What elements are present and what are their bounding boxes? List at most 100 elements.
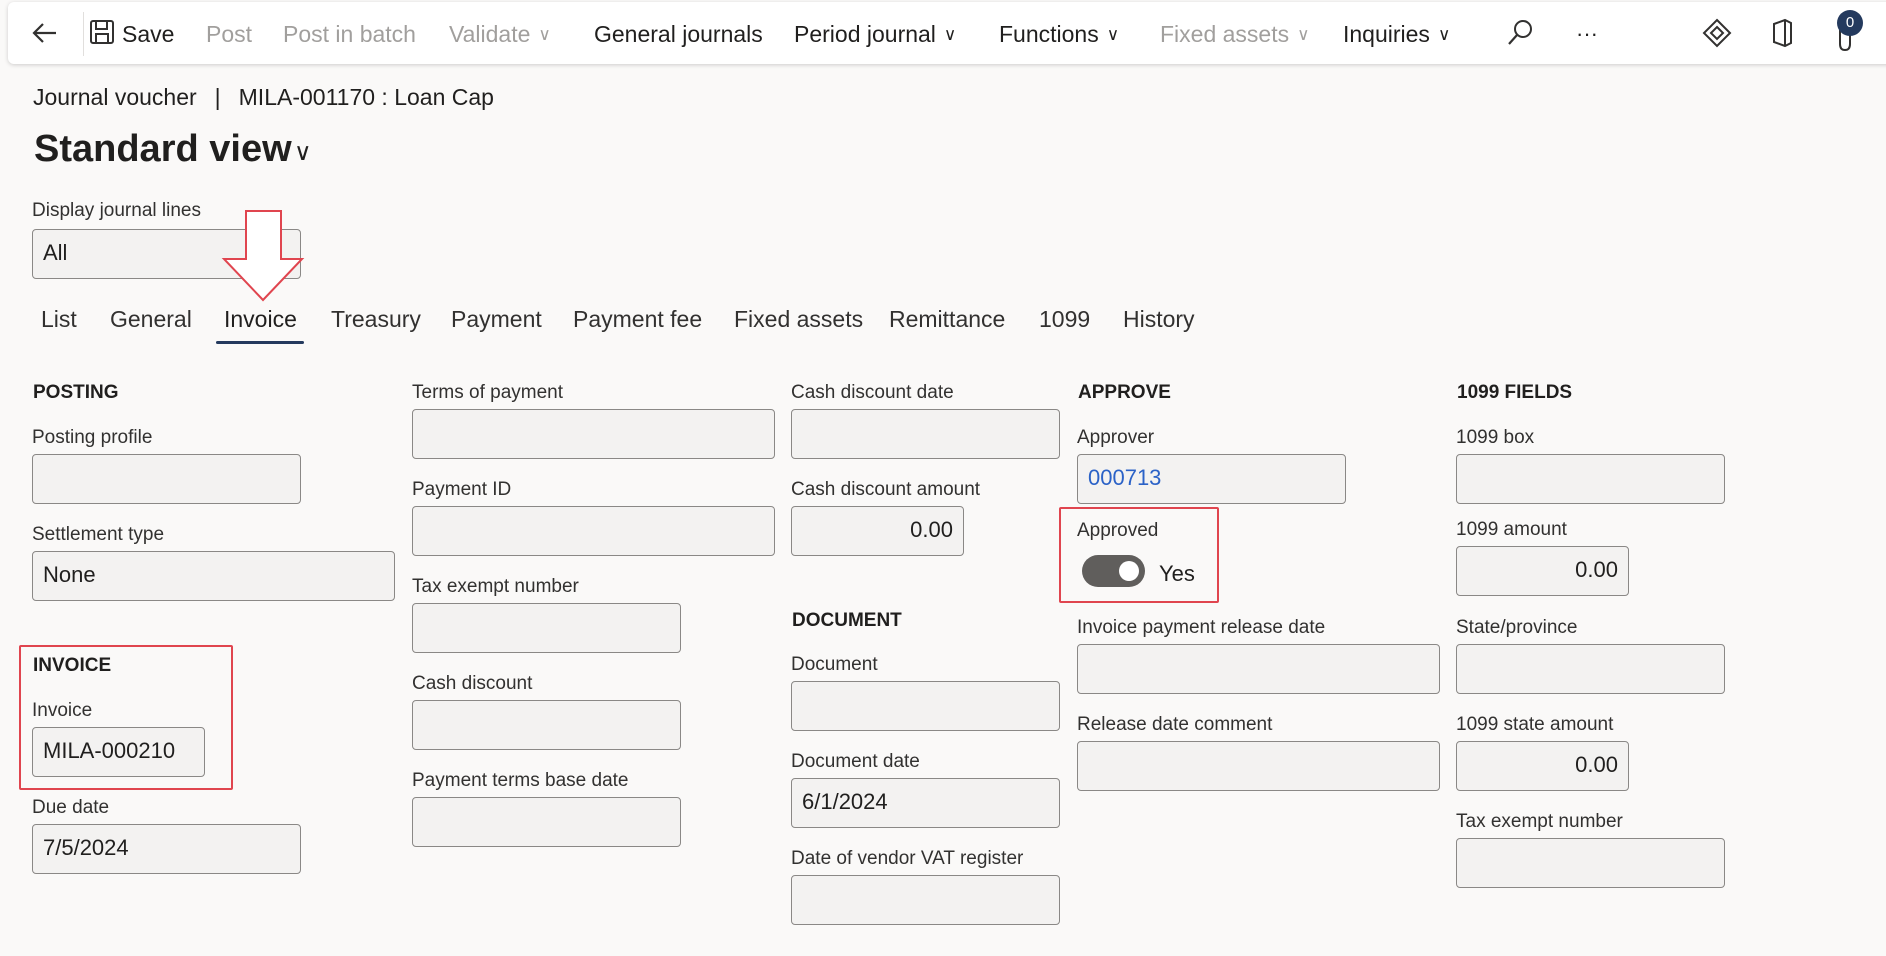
approved-toggle[interactable] (1082, 555, 1145, 587)
payment-terms-base-date-label: Payment terms base date (412, 770, 629, 791)
amount-1099-field[interactable]: 0.00 (1456, 546, 1629, 596)
tab-history[interactable]: History (1123, 306, 1195, 333)
tab-payment-fee[interactable]: Payment fee (573, 306, 702, 333)
state-province-field[interactable] (1456, 644, 1725, 694)
state-amount-1099-field[interactable]: 0.00 (1456, 741, 1629, 791)
chevron-down-icon: ∨ (1297, 25, 1310, 44)
terms-of-payment-label: Terms of payment (412, 382, 563, 403)
cash-discount-label: Cash discount (412, 673, 533, 694)
fields-1099-heading: 1099 FIELDS (1457, 382, 1573, 403)
tab-list[interactable]: List (41, 306, 77, 333)
tax-exempt-number-label: Tax exempt number (412, 576, 579, 597)
document-date-field[interactable]: 6/1/2024 (791, 778, 1060, 828)
inquiries-label: Inquiries (1343, 21, 1430, 47)
state-amount-1099-label: 1099 state amount (1456, 714, 1614, 735)
chevron-down-icon[interactable]: ∨ (294, 138, 312, 167)
invoice-payment-release-date-label: Invoice payment release date (1077, 617, 1326, 638)
tab-1099[interactable]: 1099 (1039, 306, 1090, 333)
box-1099-label: 1099 box (1456, 427, 1535, 448)
period-journal-label: Period journal (794, 21, 936, 47)
general-journals-button[interactable]: General journals (594, 2, 763, 64)
display-journal-lines-label: Display journal lines (32, 200, 201, 221)
due-date-field[interactable]: 7/5/2024 (32, 824, 301, 874)
action-pane: Save Post Post in batch Validate ∨ Genera… (8, 2, 1886, 64)
tab-invoice[interactable]: Invoice (224, 306, 297, 333)
document-label: Document (791, 654, 878, 675)
tab-payment[interactable]: Payment (451, 306, 542, 333)
posting-heading: POSTING (33, 382, 119, 403)
cash-discount-date-field[interactable] (791, 409, 1060, 459)
fixed-assets-label: Fixed assets (1160, 21, 1290, 47)
tab-general[interactable]: General (110, 306, 192, 333)
terms-of-payment-field[interactable] (412, 409, 775, 459)
release-date-comment-label: Release date comment (1077, 714, 1273, 735)
active-tab-indicator (216, 341, 304, 344)
cash-discount-date-label: Cash discount date (791, 382, 954, 403)
attachments-count-badge: 0 (1837, 10, 1863, 36)
document-date-label: Document date (791, 751, 920, 772)
settlement-type-label: Settlement type (32, 524, 165, 545)
vendor-vat-register-date-field[interactable] (791, 875, 1060, 925)
approved-label: Approved (1077, 520, 1159, 541)
tax-exempt-number-1099-field[interactable] (1456, 838, 1725, 888)
tax-exempt-number-field[interactable] (412, 603, 681, 653)
breadcrumb: Journal voucher | MILA-001170 : Loan Cap (33, 84, 494, 111)
save-button[interactable]: Save (122, 2, 174, 64)
fixed-assets-menu[interactable]: Fixed assets ∨ (1160, 2, 1310, 64)
approve-heading: APPROVE (1078, 382, 1171, 403)
functions-menu[interactable]: Functions ∨ (999, 2, 1119, 64)
chevron-down-icon: ∨ (1437, 25, 1451, 44)
posting-profile-label: Posting profile (32, 427, 153, 448)
post-button[interactable]: Post (206, 2, 252, 64)
breadcrumb-record: MILA-001170 : Loan Cap (238, 84, 494, 110)
validate-label: Validate (449, 21, 531, 47)
back-arrow-icon[interactable] (28, 16, 62, 50)
posting-profile-field[interactable] (32, 454, 301, 504)
release-date-comment-field[interactable] (1077, 741, 1440, 791)
inquiries-menu[interactable]: Inquiries ∨ (1343, 2, 1450, 64)
toolbar-divider (83, 12, 84, 56)
breadcrumb-separator: | (214, 84, 221, 110)
validate-menu[interactable]: Validate ∨ (449, 2, 551, 64)
chevron-down-icon: ∨ (538, 25, 551, 44)
search-icon[interactable] (1504, 16, 1538, 50)
chevron-down-icon: ∨ (943, 25, 957, 44)
post-in-batch-button[interactable]: Post in batch (283, 2, 416, 64)
office-icon[interactable] (1765, 16, 1799, 50)
payment-id-label: Payment ID (412, 479, 512, 500)
invoice-heading: INVOICE (33, 655, 112, 676)
view-selector-title[interactable]: Standard view (34, 128, 292, 171)
more-options-button[interactable]: ··· (1576, 2, 1598, 64)
cash-discount-amount-label: Cash discount amount (791, 479, 981, 500)
period-journal-menu[interactable]: Period journal ∨ (794, 2, 956, 64)
amount-1099-label: 1099 amount (1456, 519, 1567, 540)
diamond-icon[interactable] (1700, 16, 1734, 50)
state-province-label: State/province (1456, 617, 1578, 638)
document-field[interactable] (791, 681, 1060, 731)
toggle-knob (1119, 561, 1139, 581)
tax-exempt-number-1099-label: Tax exempt number (1456, 811, 1623, 832)
functions-label: Functions (999, 21, 1099, 47)
save-icon[interactable] (88, 18, 116, 46)
invoice-field[interactable]: MILA-000210 (32, 727, 205, 777)
approver-field[interactable]: 000713 (1077, 454, 1346, 504)
tab-fixed-assets[interactable]: Fixed assets (734, 306, 863, 333)
tab-treasury[interactable]: Treasury (331, 306, 421, 333)
document-heading: DOCUMENT (792, 610, 902, 631)
vendor-vat-register-date-label: Date of vendor VAT register (791, 848, 1024, 869)
breadcrumb-form: Journal voucher (33, 84, 197, 110)
cash-discount-field[interactable] (412, 700, 681, 750)
chevron-down-icon: ∨ (1106, 25, 1120, 44)
payment-id-field[interactable] (412, 506, 775, 556)
approved-toggle-text: Yes (1159, 561, 1195, 586)
box-1099-field[interactable] (1456, 454, 1725, 504)
approver-label: Approver (1077, 427, 1155, 448)
tab-remittance[interactable]: Remittance (889, 306, 1005, 333)
invoice-label: Invoice (32, 700, 93, 721)
cash-discount-amount-field[interactable]: 0.00 (791, 506, 964, 556)
settlement-type-select[interactable]: None (32, 551, 395, 601)
invoice-payment-release-date-field[interactable] (1077, 644, 1440, 694)
payment-terms-base-date-field[interactable] (412, 797, 681, 847)
due-date-label: Due date (32, 797, 110, 818)
arrow-annotation-icon (221, 210, 305, 302)
